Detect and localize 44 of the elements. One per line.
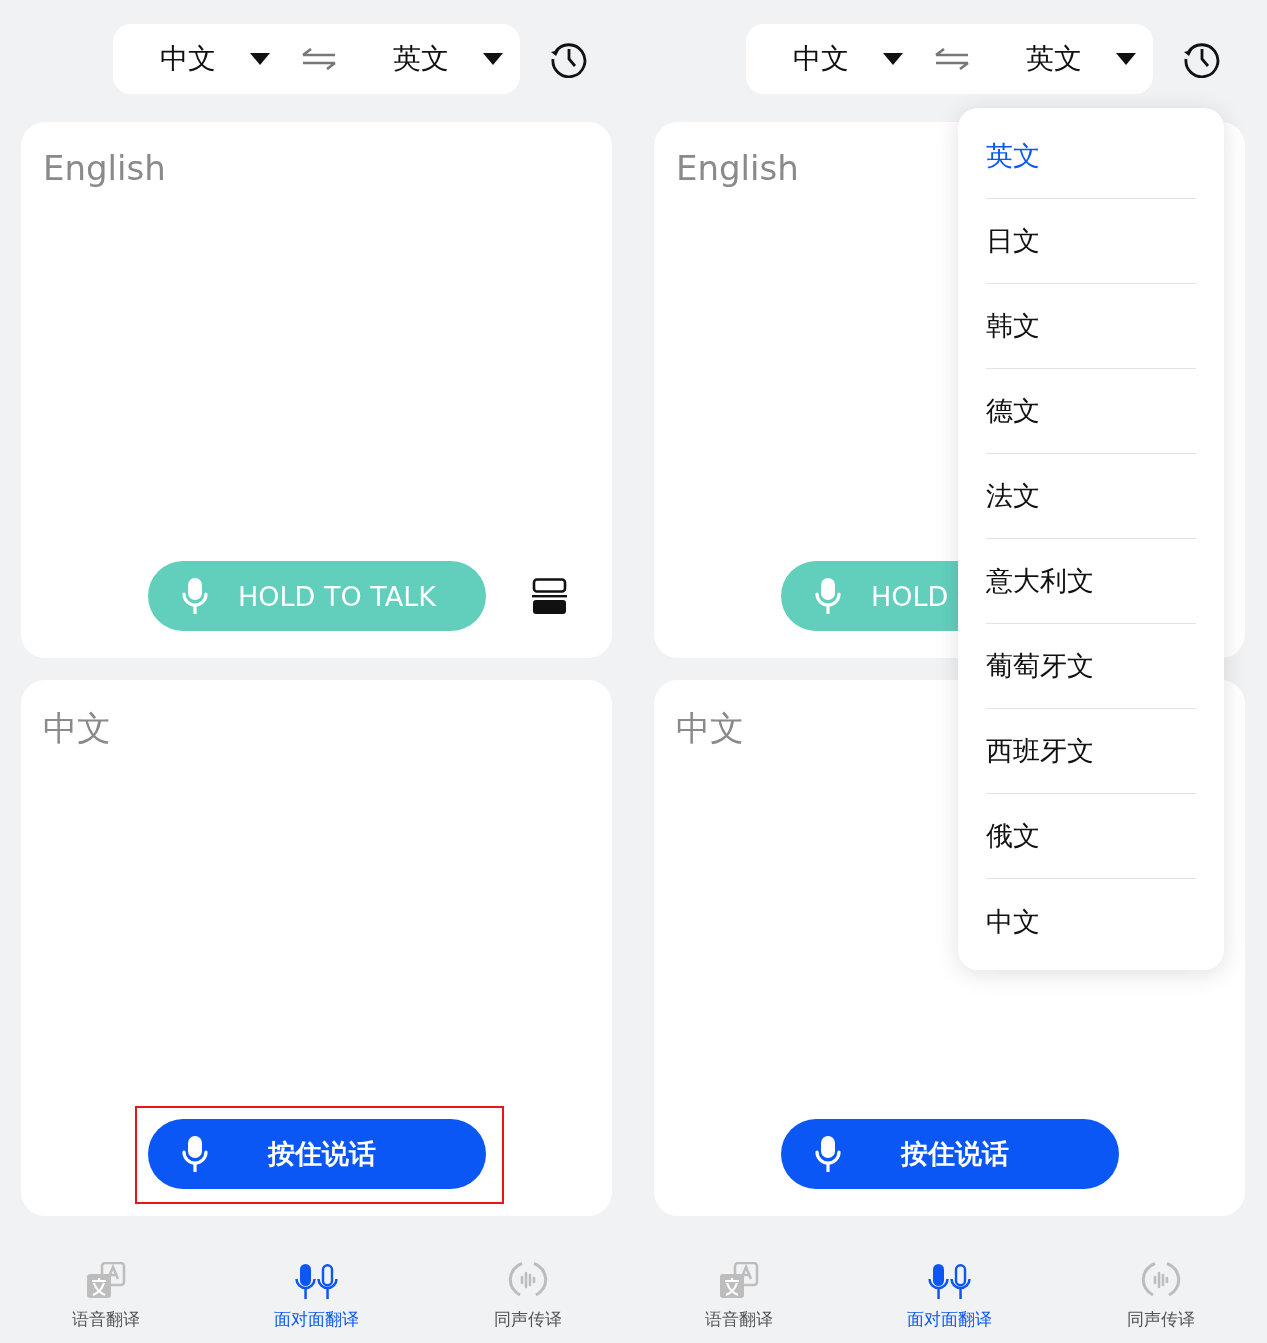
microphone-icon — [815, 1135, 841, 1173]
microphones-icon — [294, 1264, 339, 1300]
source-language-dropdown[interactable]: 中文 — [160, 40, 216, 78]
hold-to-talk-button[interactable]: 按住说话 — [148, 1119, 486, 1189]
language-option[interactable]: 意大利文 — [986, 539, 1196, 624]
history-icon[interactable] — [550, 40, 588, 78]
source-language-dropdown[interactable]: 中文 — [793, 40, 849, 78]
tab[interactable]: 同声传译 — [1055, 1260, 1266, 1331]
placeholder-text: English — [676, 148, 799, 188]
language-option[interactable]: 韩文 — [986, 284, 1196, 369]
caret-icon — [483, 53, 503, 65]
placeholder-text: 中文 — [676, 707, 744, 750]
swap-button[interactable] — [935, 48, 969, 70]
language-option[interactable]: 日文 — [986, 199, 1196, 284]
caret-icon — [883, 53, 903, 65]
language-option[interactable]: 葡萄牙文 — [986, 624, 1196, 709]
translate-icon — [718, 1262, 759, 1300]
tab[interactable]: 面对面翻译 — [844, 1260, 1055, 1331]
language-option[interactable]: 中文 — [986, 879, 1196, 964]
tab[interactable]: 同声传译 — [422, 1260, 633, 1331]
microphone-icon — [815, 577, 841, 615]
placeholder-text: 中文 — [43, 707, 111, 750]
microphone-icon — [182, 1135, 208, 1173]
tab[interactable]: 语音翻译 — [633, 1260, 844, 1331]
microphone-icon — [182, 577, 208, 615]
language-option[interactable]: 德文 — [986, 369, 1196, 454]
tab[interactable]: 面对面翻译 — [211, 1260, 422, 1331]
split-layout-icon[interactable] — [532, 578, 567, 614]
language-option[interactable]: 西班牙文 — [986, 709, 1196, 794]
tab[interactable]: 语音翻译 — [0, 1260, 211, 1331]
history-icon[interactable] — [1183, 40, 1221, 78]
language-option[interactable]: 英文 — [986, 114, 1196, 199]
language-option[interactable]: 俄文 — [986, 794, 1196, 879]
placeholder-text: English — [43, 148, 166, 188]
target-language-dropdown[interactable]: 英文 — [1026, 40, 1082, 78]
microphones-icon — [927, 1264, 972, 1300]
language-option[interactable]: 法文 — [986, 454, 1196, 539]
hold-to-talk-button[interactable]: 按住说话 — [781, 1119, 1119, 1189]
swap-button[interactable] — [302, 48, 336, 70]
text-input-card[interactable]: 中文 按住说话 — [21, 680, 612, 1216]
caret-icon — [1116, 53, 1136, 65]
target-language-dropdown[interactable]: 英文 — [393, 40, 449, 78]
caret-icon — [250, 53, 270, 65]
translate-icon — [85, 1262, 126, 1300]
